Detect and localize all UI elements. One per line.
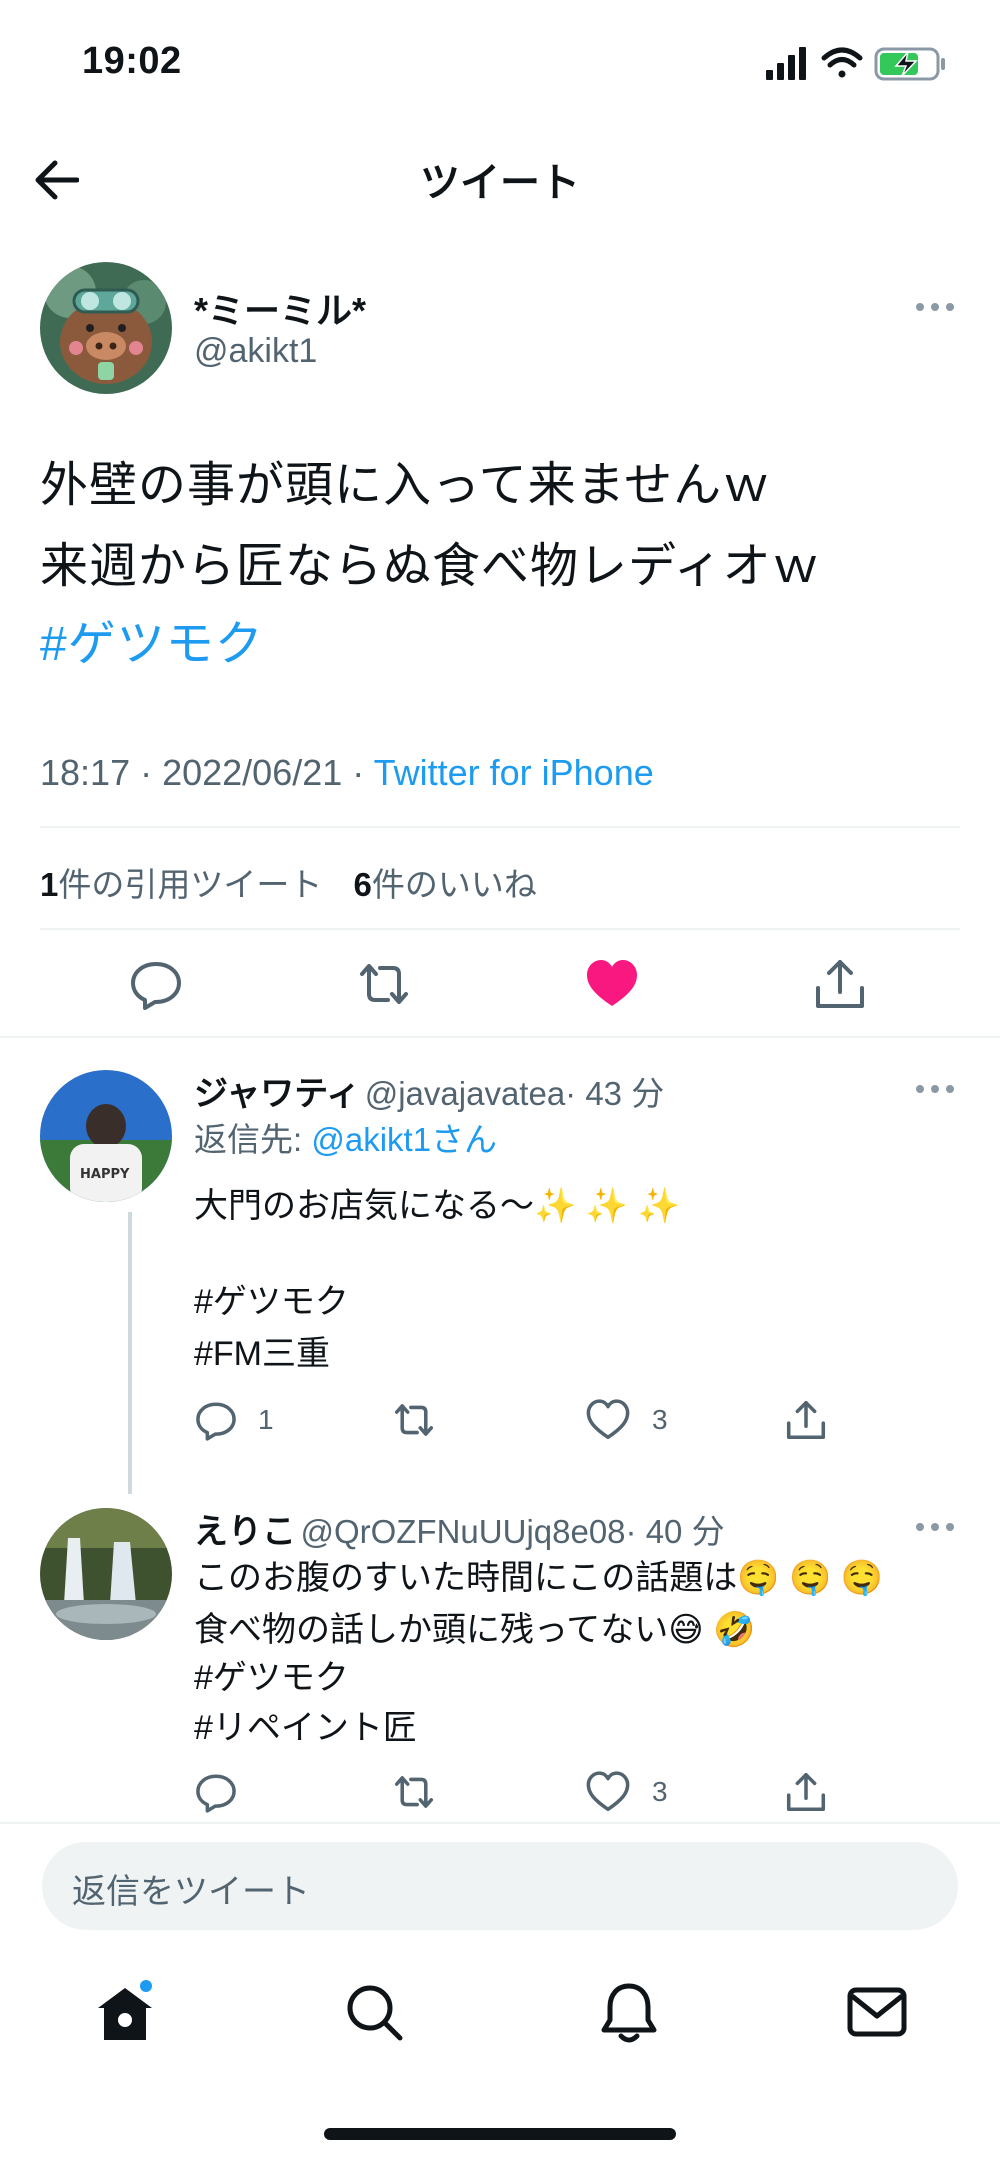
retweet-button[interactable] [392, 1770, 436, 1814]
home-indicator [324, 2128, 676, 2140]
divider [0, 1822, 1000, 1824]
tweet-text-line-2: 来週から匠ならぬ食べ物レディオｗ [40, 540, 821, 593]
quote-label: 件の引用ツイート [58, 866, 323, 903]
reply-input[interactable]: 返信をツイート [42, 1842, 958, 1930]
reply-icon [131, 962, 181, 1010]
hashtag-link[interactable]: #リペイント匠 [194, 1702, 417, 1754]
battery-charging-icon [874, 47, 945, 81]
reply-count: 1 [258, 1404, 274, 1435]
reply-to: 返信先: @akikt1さん [194, 1114, 497, 1166]
tab-messages[interactable] [842, 1978, 912, 2048]
back-button[interactable] [26, 150, 86, 210]
reply-display-name[interactable]: ジャワティ [194, 1075, 360, 1113]
home-icon [98, 1980, 152, 2040]
share-icon [816, 960, 864, 1008]
reply-icon [196, 1402, 236, 1441]
svg-text:HAPPY: HAPPY [80, 1167, 130, 1182]
reply-button[interactable] [128, 956, 184, 1012]
divider [0, 1036, 1000, 1038]
more-icon [916, 303, 924, 311]
author-display-name[interactable]: *ミーミル* [194, 282, 366, 334]
share-button[interactable] [812, 956, 868, 1012]
reply-to-handle-link[interactable]: @akikt1さん [311, 1121, 497, 1158]
more-icon [916, 1523, 924, 1531]
back-arrow-icon [35, 160, 79, 200]
notifications-icon [601, 1983, 657, 2043]
reply-header: ジャワティ @javajavatea· 43 分 [194, 1066, 664, 1115]
reply-text-line-1: このお腹のすいた時間にこの話題は🤤 🤤 🤤 [194, 1559, 884, 1597]
share-icon [786, 1772, 826, 1812]
engagement-stats: 1件の引用ツイート 6件のいいね [40, 858, 559, 906]
reply-text-line-2: 食べ物の話しか頭に残ってない😅 🤣 [194, 1611, 756, 1649]
like-count: 3 [652, 1404, 668, 1435]
tab-notifications[interactable] [594, 1978, 664, 2048]
reply-header: えりこ @QrOZFNuUUjq8e08· 40 分 [194, 1504, 725, 1553]
reply-avatar[interactable]: HAPPY [40, 1070, 172, 1202]
like-label: 件のいいね [371, 866, 537, 903]
reply-text-line-1: 大門のお店気になる〜✨ ✨ ✨ [194, 1187, 680, 1225]
reply-handle[interactable]: @javajavatea [365, 1075, 565, 1112]
messages-icon [847, 1987, 907, 2037]
cellular-signal-icon [766, 47, 806, 80]
hashtag-link[interactable]: #ゲツモク [40, 616, 264, 674]
reply-button[interactable] [194, 1770, 238, 1814]
reply-display-name[interactable]: えりこ [194, 1513, 296, 1551]
author-handle[interactable]: @akikt1 [194, 332, 317, 371]
wifi-icon [821, 47, 863, 78]
share-button[interactable] [784, 1398, 828, 1442]
status-icons [766, 44, 956, 84]
tweet-meta: 18:17 · 2022/06/21 · Twitter for iPhone [40, 752, 654, 794]
tweet-timestamp: 18:17 · 2022/06/21 · [40, 752, 374, 793]
hashtag-link[interactable]: #FM三重 [194, 1328, 330, 1380]
like-icon [586, 1399, 630, 1440]
tweet-text-line-1: 外壁の事が頭に入って来ませんｗ [40, 459, 772, 512]
reply-more-button[interactable] [916, 1512, 954, 1542]
retweet-icon [360, 964, 408, 1004]
more-icon [916, 1085, 924, 1093]
like-count: 6 [353, 866, 372, 903]
quote-count: 1 [40, 866, 59, 903]
search-icon [347, 1985, 403, 2041]
hashtag-link[interactable]: #ゲツモク [194, 1652, 349, 1704]
author-avatar[interactable] [40, 262, 172, 394]
page-title: ツイート [420, 161, 580, 205]
divider [40, 826, 960, 828]
more-options-button[interactable] [916, 292, 954, 322]
reply-handle[interactable]: @QrOZFNuUUjq8e08 [300, 1513, 625, 1550]
reply-to-label: 返信先: [194, 1121, 312, 1158]
like-icon [587, 960, 637, 1006]
share-button[interactable] [784, 1770, 828, 1814]
status-time: 19:02 [82, 40, 182, 82]
reply-icon [196, 1774, 236, 1813]
share-icon [786, 1400, 826, 1440]
like-button[interactable] [586, 1398, 630, 1442]
quote-tweets-link[interactable]: 1件の引用ツイート [40, 866, 322, 903]
reply-time: · 40 分 [625, 1513, 725, 1550]
like-count: 3 [652, 1776, 668, 1807]
reply-avatar[interactable] [40, 1508, 172, 1640]
reply-more-button[interactable] [916, 1074, 954, 1104]
reply-time: · 43 分 [565, 1075, 665, 1112]
likes-link[interactable]: 6件のいいね [354, 866, 537, 903]
hashtag-link[interactable]: #ゲツモク [194, 1276, 349, 1328]
retweet-button[interactable] [392, 1398, 436, 1442]
like-icon [586, 1771, 630, 1812]
divider [40, 928, 960, 930]
reply-button[interactable] [194, 1398, 238, 1442]
tab-home[interactable] [90, 1978, 160, 2048]
like-button[interactable] [584, 956, 640, 1012]
tweet-source-link[interactable]: Twitter for iPhone [374, 752, 654, 793]
retweet-button[interactable] [356, 956, 412, 1012]
thread-line [128, 1212, 132, 1494]
retweet-icon [394, 1776, 434, 1808]
tab-search[interactable] [340, 1978, 410, 2048]
like-button[interactable] [586, 1770, 630, 1814]
reply-input-placeholder: 返信をツイート [72, 1873, 310, 1911]
retweet-icon [394, 1404, 434, 1436]
